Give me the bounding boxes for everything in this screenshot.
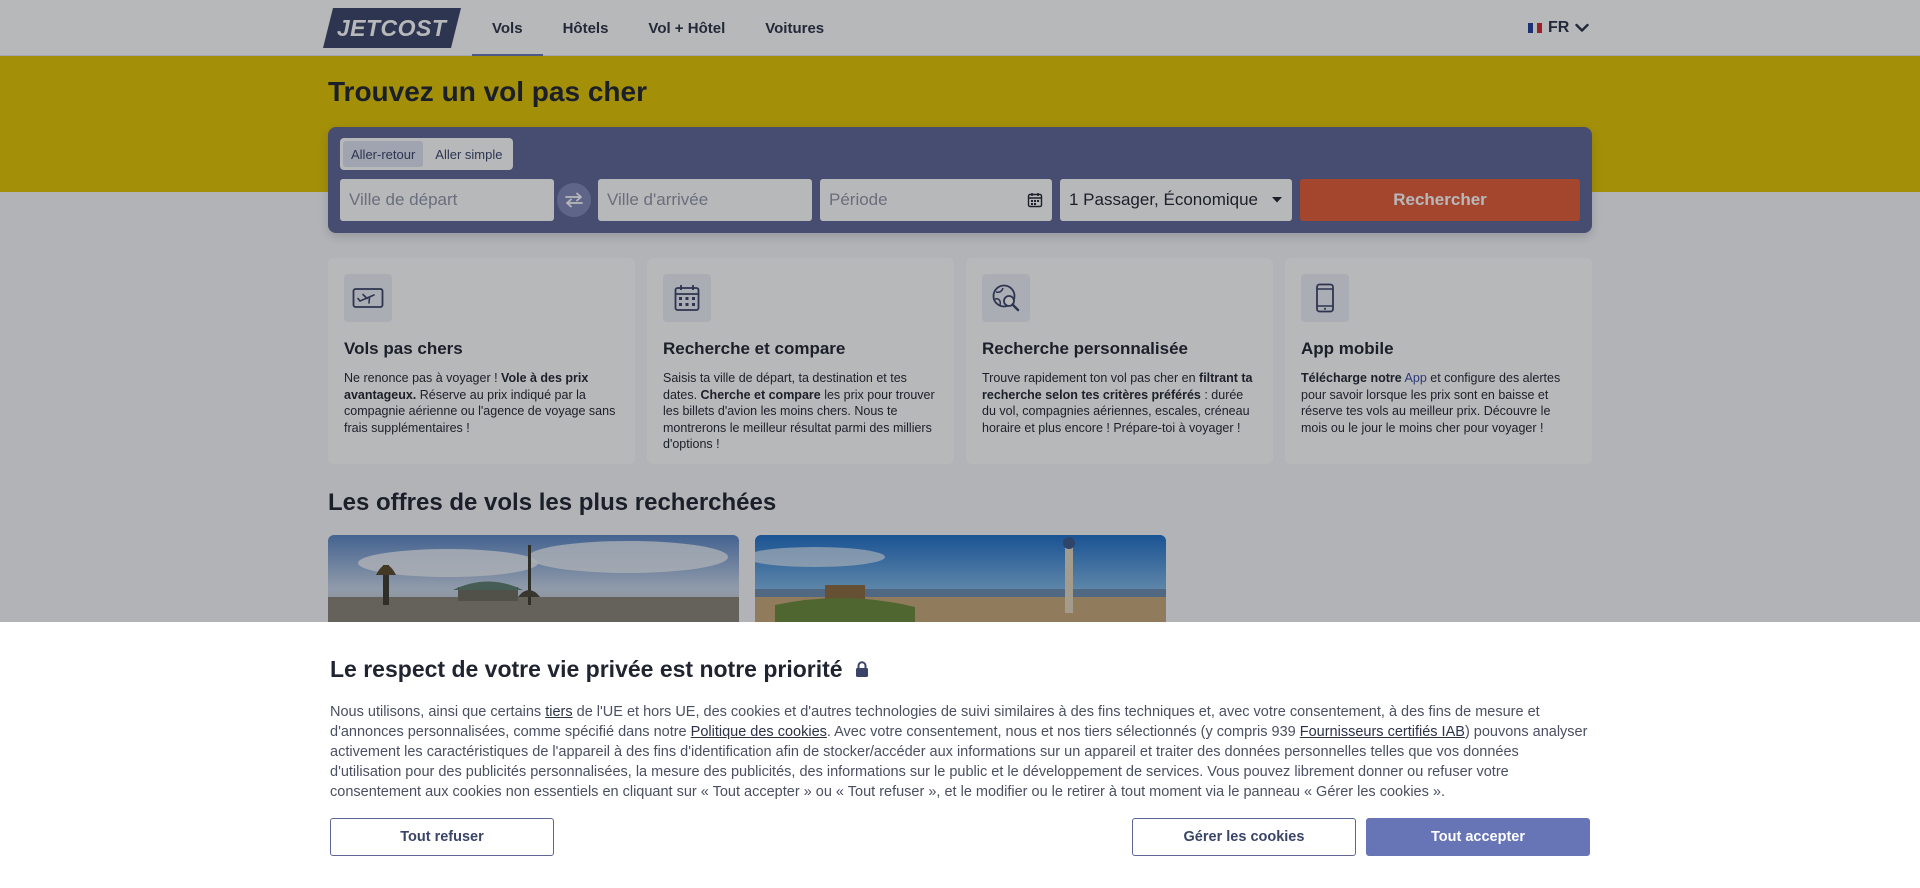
cookie-policy-link[interactable]: Politique des cookies <box>691 724 827 740</box>
iab-vendors-link[interactable]: Fournisseurs certifiés IAB <box>1300 724 1465 740</box>
accept-all-button[interactable]: Tout accepter <box>1366 818 1590 856</box>
lock-icon <box>855 661 868 677</box>
refuse-all-button[interactable]: Tout refuser <box>330 818 554 856</box>
modal-backdrop <box>0 0 1920 622</box>
cookie-consent-banner: Le respect de votre vie privée est notre… <box>0 622 1920 888</box>
cookie-description: Nous utilisons, ainsi que certains tiers… <box>330 704 1588 800</box>
cookie-title: Le respect de votre vie privée est notre… <box>330 656 869 683</box>
third-parties-link[interactable]: tiers <box>545 704 572 720</box>
manage-cookies-button[interactable]: Gérer les cookies <box>1132 818 1356 856</box>
